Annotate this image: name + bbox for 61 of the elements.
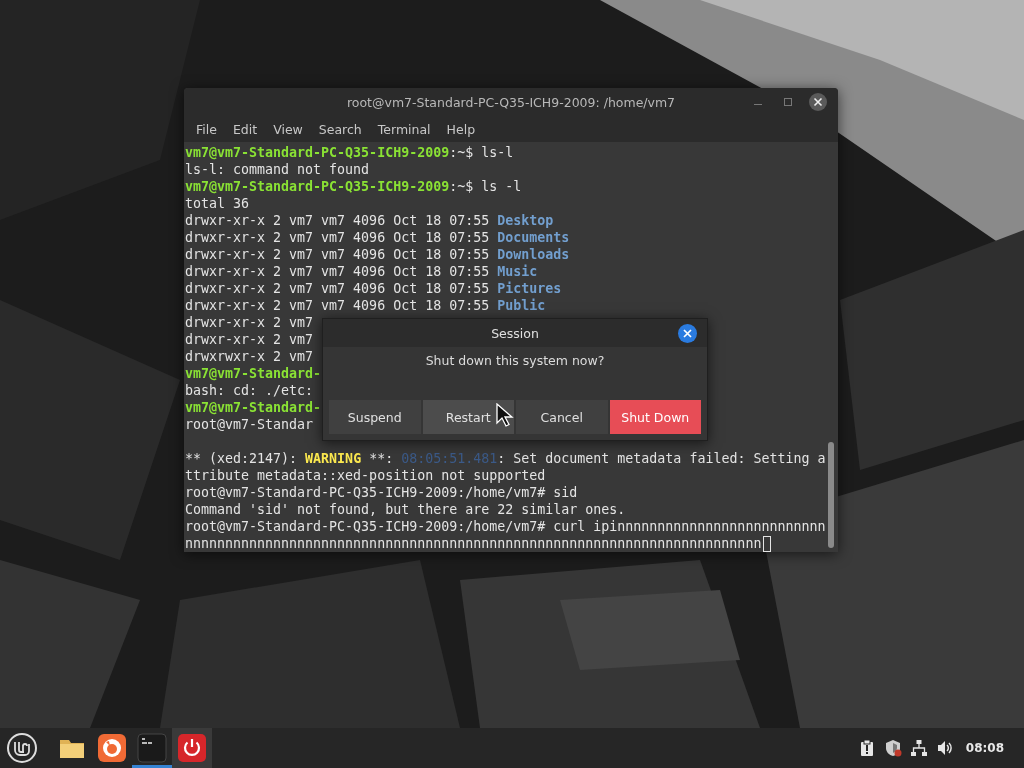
- terminal-text: root@vm7-Standar: [185, 416, 314, 433]
- terminal-icon: [137, 733, 167, 763]
- dialog-message: Shut down this system now?: [424, 353, 606, 368]
- directory-name: Pictures: [497, 280, 562, 297]
- prompt-text: vm7@vm7-Standard-PC-Q35-ICH9-2009: [185, 178, 450, 195]
- menu-item[interactable]: File: [188, 121, 225, 137]
- terminal-text: ** (xed:2147):: [185, 450, 299, 467]
- menu-item[interactable]: View: [265, 121, 311, 137]
- shut-down-button[interactable]: Shut Down: [609, 400, 701, 434]
- menu-item[interactable]: Search: [310, 121, 370, 137]
- menu-icon[interactable]: [6, 732, 38, 764]
- volume-icon[interactable]: [935, 739, 954, 757]
- taskbar-launcher[interactable]: [172, 728, 212, 768]
- terminal-text: bash: cd: ./etc:: [185, 382, 314, 399]
- close-icon[interactable]: [808, 92, 828, 112]
- prompt-text: vm7@vm7-Standard-: [185, 399, 322, 416]
- terminal-text: drwxr-xr-x 2 vm7 vm7 4096 Oct 18 07:55: [185, 212, 491, 229]
- dialog-title: Session: [491, 325, 539, 341]
- mouse-pointer-icon: [496, 403, 514, 427]
- terminal-text: :~$ ls -l: [449, 178, 522, 195]
- window-title: root@vm7-Standard-PC-Q35-ICH9-2009: /home/vm7: [346, 94, 676, 110]
- terminal-text: ls-l: command not found: [185, 161, 370, 178]
- menu-item[interactable]: Terminal: [369, 121, 439, 137]
- power-icon: [177, 733, 207, 763]
- terminal-text: root@vm7-Standard-PC-Q35-ICH9-2009:/home/vm7# sid: [185, 484, 578, 501]
- dialog-button[interactable]: Suspend: [329, 400, 421, 434]
- terminal-text: total 36: [185, 195, 250, 212]
- directory-name: Documents: [497, 229, 570, 246]
- directory-name: Desktop: [497, 212, 554, 229]
- terminal-text: root@vm7-Standard-PC-Q35-ICH9-2009:/home/vm7# curl ipinnnnnnnnnnnnnnnnnnnnnnnnnn: [185, 518, 826, 535]
- network-icon[interactable]: [909, 739, 928, 757]
- prompt-text: vm7@vm7-Standard-PC-Q35-ICH9-2009: [185, 144, 450, 161]
- terminal-text: ttribute metadata::xed-position not supported: [185, 467, 546, 484]
- dialog-button[interactable]: Restart: [422, 400, 514, 434]
- directory-name: Public: [497, 297, 546, 314]
- terminal-text: Command 'sid' not found, but there are 22 similar ones.: [185, 501, 626, 518]
- terminal-text: drwxr-xr-x 2 vm7: [185, 331, 314, 348]
- terminal-text: drwxr-xr-x 2 vm7 vm7 4096 Oct 18 07:55: [185, 280, 491, 297]
- terminal-text: :~$ ls-l: [449, 144, 514, 161]
- browser-icon: [97, 733, 127, 763]
- terminal-text: drwxr-xr-x 2 vm7: [185, 314, 314, 331]
- scrollbar[interactable]: [828, 442, 834, 548]
- menu-item[interactable]: Help: [438, 121, 484, 137]
- shield-icon[interactable]: [883, 739, 902, 757]
- close-icon[interactable]: [678, 324, 697, 343]
- terminal-text: drwxr-xr-x 2 vm7 vm7 4096 Oct 18 07:55: [185, 263, 491, 280]
- directory-name: Music: [497, 263, 538, 280]
- timestamp: 08:05:51.481: [401, 450, 498, 467]
- dialog-button[interactable]: Cancel: [516, 400, 608, 434]
- warning-label: WARNING: [305, 450, 362, 467]
- menu-item[interactable]: Edit: [224, 121, 266, 137]
- terminal-text: : Set document metadata failed: Setting a: [497, 450, 826, 467]
- terminal-text: nnnnnnnnnnnnnnnnnnnnnnnnnnnnnnnnnnnnnnnnnnnnnnnnnnnnnnnnnnnnnnnnnnnnnnnn: [185, 535, 762, 552]
- terminal-text: drwxr-xr-x 2 vm7 vm7 4096 Oct 18 07:55: [185, 229, 491, 246]
- clock[interactable]: 08:08: [965, 741, 1004, 755]
- terminal-text: drwxr-xr-x 2 vm7 vm7 4096 Oct 18 07:55: [185, 297, 491, 314]
- terminal-text: drwxr-xr-x 2 vm7 vm7 4096 Oct 18 07:55: [185, 246, 491, 263]
- directory-name: Downloads: [497, 246, 570, 263]
- prompt-text: vm7@vm7-Standard-: [185, 365, 322, 382]
- terminal-text: drwxrwxr-x 2 vm7: [185, 348, 314, 365]
- terminal-text: **:: [368, 450, 395, 467]
